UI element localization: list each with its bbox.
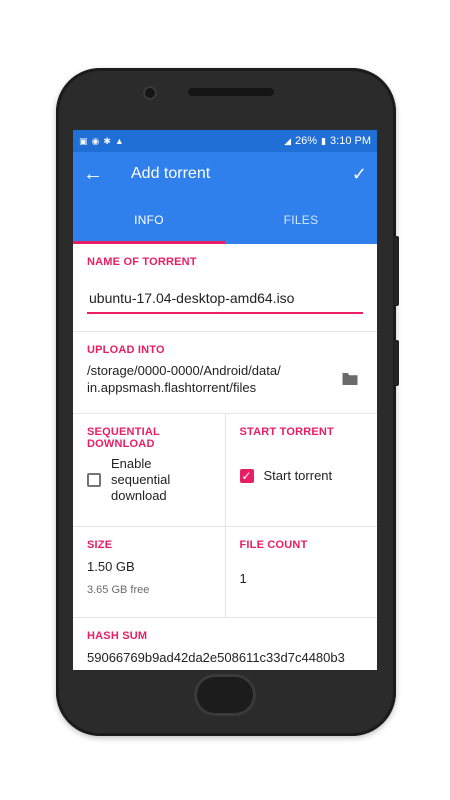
torrent-name-input[interactable]	[87, 290, 363, 314]
upload-section: UPLOAD INTO /storage/0000-0000/Android/d…	[73, 332, 377, 414]
earpiece-speaker	[188, 88, 274, 96]
clock: 3:10 PM	[330, 135, 371, 147]
volume-button	[394, 236, 399, 306]
upload-path: /storage/0000-0000/Android/data/ in.apps…	[87, 362, 327, 396]
sequential-label-line2: DOWNLOAD	[87, 438, 155, 450]
battery-icon: ▮	[321, 135, 327, 146]
whatsapp-icon: ◉	[91, 135, 100, 146]
status-bar: ▣ ◉ ✱ ▲ ◢ 26% ▮ 3:10 PM	[73, 130, 377, 152]
name-label: NAME OF TORRENT	[87, 256, 197, 268]
file-count-column: FILE COUNT 1	[226, 527, 378, 617]
settings-icon: ✱	[103, 135, 111, 146]
app-screen: ▣ ◉ ✱ ▲ ◢ 26% ▮ 3:10 PM ← Add torrent ✓ …	[73, 130, 377, 670]
tab-bar: INFO FILES	[73, 196, 377, 244]
front-camera	[143, 86, 157, 100]
battery-percent: 26%	[295, 135, 318, 147]
check-icon[interactable]: ✓	[352, 164, 367, 185]
arrow-back-icon[interactable]: ←	[83, 163, 105, 186]
power-button	[394, 340, 399, 386]
tab-files[interactable]: FILES	[225, 196, 377, 244]
start-torrent-checkbox-row[interactable]: ✓ Start torrent	[239, 468, 364, 484]
tab-info[interactable]: INFO	[73, 196, 225, 244]
sequential-label-line1: SEQUENTIAL	[87, 426, 160, 438]
home-button[interactable]	[194, 674, 256, 716]
upload-path-line2: in.appsmash.flashtorrent/files	[87, 380, 257, 395]
start-torrent-label: START TORRENT	[239, 426, 334, 438]
size-value: 1.50 GB	[87, 559, 135, 574]
hash-value: 59066769b9ad42da2e508611c33d7c4480b3	[87, 650, 345, 665]
sequential-option-line3: download	[111, 488, 167, 503]
start-torrent-checkbox-label: Start torrent	[263, 468, 333, 483]
sequential-option-line2: sequential	[111, 472, 171, 487]
toolbar: ← Add torrent ✓	[73, 152, 377, 196]
start-torrent-checkbox[interactable]: ✓	[239, 469, 254, 483]
sequential-column: SEQUENTIAL DOWNLOAD Enable sequential do…	[73, 414, 226, 526]
upload-path-line1: /storage/0000-0000/Android/data/	[87, 363, 281, 378]
file-count-value: 1	[239, 571, 247, 586]
hash-section: HASH SUM 59066769b9ad42da2e508611c33d7c4…	[73, 618, 377, 670]
signal-icon: ◢	[284, 135, 292, 146]
free-space-value: 3.65 GB free	[87, 584, 150, 596]
sequential-checkbox-label: Enable sequential download	[111, 456, 170, 504]
download-options-row: SEQUENTIAL DOWNLOAD Enable sequential do…	[73, 414, 377, 527]
size-column: SIZE 1.50 GB 3.65 GB free	[73, 527, 226, 617]
start-torrent-column: START TORRENT ✓ Start torrent	[226, 414, 378, 526]
warning-icon: ▲	[114, 135, 124, 146]
sequential-option-line1: Enable	[111, 456, 152, 471]
hash-label: HASH SUM	[87, 630, 148, 642]
page-title: Add torrent	[131, 165, 211, 182]
notification-icon: ▣	[79, 135, 88, 146]
status-system: ◢ 26% ▮ 3:10 PM	[284, 135, 371, 147]
info-content: NAME OF TORRENT UPLOAD INTO /storage/000…	[73, 244, 377, 670]
size-label: SIZE	[87, 539, 113, 551]
sequential-checkbox[interactable]	[87, 473, 101, 487]
name-section: NAME OF TORRENT	[73, 244, 377, 332]
file-count-label: FILE COUNT	[239, 539, 308, 551]
status-notifications: ▣ ◉ ✱ ▲	[79, 136, 124, 147]
upload-label: UPLOAD INTO	[87, 344, 165, 356]
folder-icon[interactable]	[341, 371, 359, 387]
sequential-label: SEQUENTIAL DOWNLOAD	[87, 426, 211, 450]
sequential-checkbox-row[interactable]: Enable sequential download	[87, 456, 211, 504]
size-row: SIZE 1.50 GB 3.65 GB free FILE COUNT 1	[73, 527, 377, 618]
tab-indicator	[73, 241, 225, 244]
upload-row[interactable]: /storage/0000-0000/Android/data/ in.apps…	[87, 362, 363, 396]
